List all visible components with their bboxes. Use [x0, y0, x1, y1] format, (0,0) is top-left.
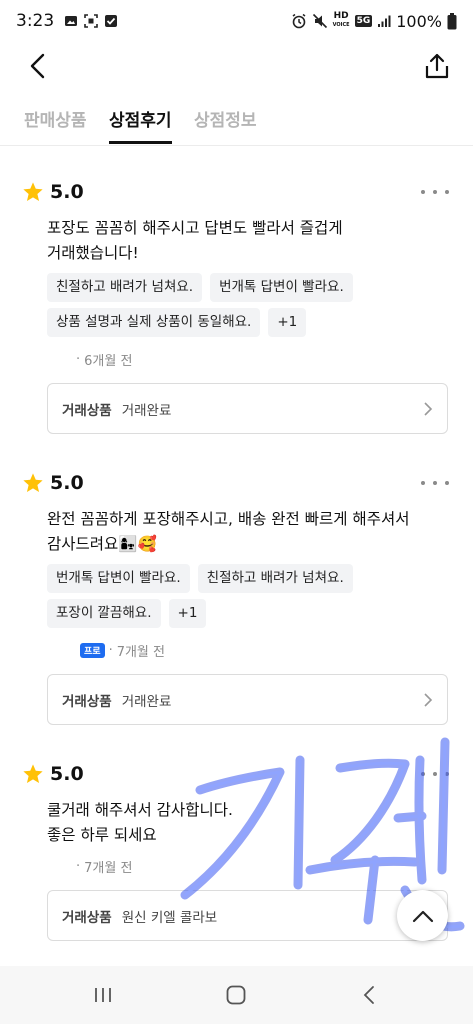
tag-row: 번개톡 답변이 빨라요. 친절하고 배려가 넘쳐요.: [47, 564, 353, 593]
star-icon: [23, 473, 43, 492]
recent-apps-button[interactable]: [88, 980, 118, 1010]
trade-label: 거래상품: [62, 402, 112, 419]
review-time: 7개월 전: [116, 645, 165, 660]
more-dot: [445, 481, 449, 485]
trade-value: 원신 키엘 콜라보: [121, 909, 218, 926]
status-right: HD VOICE 5G 100%: [291, 12, 457, 31]
review-text: 쿨거래 해주셔서 감사합니다. 좋은 하루 되세요: [47, 801, 233, 844]
review-meta: · 7개월 전: [76, 857, 132, 876]
meta-dot: ·: [108, 643, 113, 658]
share-button[interactable]: [419, 48, 455, 84]
review-tag: 번개톡 답변이 빨라요.: [47, 564, 190, 593]
trade-item-link[interactable]: 거래상품 원신 키엘 콜라보: [47, 890, 448, 941]
alarm-icon: [292, 13, 306, 29]
share-icon: [425, 53, 449, 79]
more-options-button[interactable]: [421, 184, 449, 200]
rating-row: 5.0: [22, 178, 84, 206]
system-back-button[interactable]: [354, 980, 384, 1010]
trade-item-link[interactable]: 거래상품 거래완료: [47, 383, 448, 434]
home-icon: [226, 985, 246, 1005]
rating-value: 5.0: [50, 763, 84, 785]
tab-reviews[interactable]: 상점후기: [109, 106, 172, 144]
status-left: 3:23: [16, 11, 118, 31]
chevron-up-icon: [412, 910, 433, 922]
top-bar: [0, 42, 473, 88]
tag-row: 친절하고 배려가 넘쳐요. 번개톡 답변이 빨라요.: [47, 273, 353, 302]
checkbox-icon: [105, 15, 118, 27]
rating-value: 5.0: [50, 472, 84, 494]
star-icon: [23, 182, 43, 201]
chevron-right-icon: [424, 401, 433, 416]
review-text: 포장도 꼼꼼히 해주시고 답변도 빨라서 즐겁게 거래했습니다!: [47, 219, 343, 262]
status-bar: 3:23 HD VOICE 5G 100%: [0, 0, 473, 42]
trade-value: 거래완료: [121, 402, 172, 419]
back-icon: [363, 986, 374, 1004]
5g-icon: 5G: [354, 15, 373, 27]
battery-icon: [447, 12, 457, 29]
more-dot: [433, 772, 437, 776]
trade-value: 거래완료: [121, 693, 172, 710]
recent-apps-icon: [95, 988, 111, 1002]
image-icon: [65, 16, 78, 26]
home-button[interactable]: [221, 980, 251, 1010]
review-time: 7개월 전: [84, 861, 133, 876]
more-tags-button[interactable]: +1: [168, 599, 207, 628]
system-nav-bar: [0, 966, 473, 1024]
more-tags-button[interactable]: +1: [268, 308, 307, 337]
review-meta: · 6개월 전: [76, 350, 132, 369]
trade-label: 거래상품: [62, 693, 112, 710]
screenshot-icon: [84, 14, 98, 28]
review-time: 6개월 전: [84, 354, 133, 369]
rating-value: 5.0: [50, 181, 84, 203]
rating-row: 5.0: [22, 469, 84, 497]
tag-row: 상품 설명과 실제 상품이 동일해요. +1: [47, 308, 307, 337]
hd-voice-icon: HD VOICE: [332, 11, 350, 29]
trade-label: 거래상품: [62, 909, 112, 926]
more-dot: [421, 481, 425, 485]
mute-icon: [312, 13, 327, 29]
battery-level: 100%: [396, 11, 442, 31]
review-tag: 친절하고 배려가 넘쳐요.: [47, 273, 203, 302]
signal-icon: [378, 15, 391, 27]
review-tag: 상품 설명과 실제 상품이 동일해요.: [47, 308, 261, 337]
status-time: 3:23: [16, 11, 55, 31]
meta-dot: ·: [76, 352, 81, 367]
more-options-button[interactable]: [421, 766, 449, 782]
more-dot: [421, 772, 425, 776]
more-dot: [433, 481, 437, 485]
store-tabs: 판매상품 상점후기 상점정보: [0, 96, 473, 146]
scroll-to-top-button[interactable]: [397, 890, 448, 941]
chevron-right-icon: [424, 692, 433, 707]
review-tag: 친절하고 배려가 넘쳐요.: [197, 564, 353, 593]
rating-row: 5.0: [22, 760, 84, 788]
more-dot: [445, 190, 449, 194]
hd-label: HD: [333, 11, 349, 21]
review-text: 완전 꼼꼼하게 포장해주시고, 배송 완전 빠르게 해주셔서 감사드려요👩‍👧🥰: [47, 510, 410, 553]
back-button[interactable]: [20, 48, 56, 84]
meta-dot: ·: [76, 859, 81, 874]
review-tag: 번개톡 답변이 빨라요.: [210, 273, 353, 302]
more-dot: [433, 190, 437, 194]
review-tag: 포장이 깔끔해요.: [47, 599, 161, 628]
pro-badge: 프로: [80, 643, 105, 658]
tab-products[interactable]: 판매상품: [24, 106, 87, 144]
trade-item-link[interactable]: 거래상품 거래완료: [47, 674, 448, 725]
more-dot: [421, 190, 425, 194]
review-meta: 프로 · 7개월 전: [76, 641, 165, 660]
star-icon: [23, 764, 43, 783]
chevron-left-icon: [30, 53, 45, 79]
more-dot: [445, 772, 449, 776]
more-options-button[interactable]: [421, 475, 449, 491]
tab-store-info[interactable]: 상점정보: [194, 106, 257, 144]
tag-row: 포장이 깔끔해요. +1: [47, 599, 207, 628]
